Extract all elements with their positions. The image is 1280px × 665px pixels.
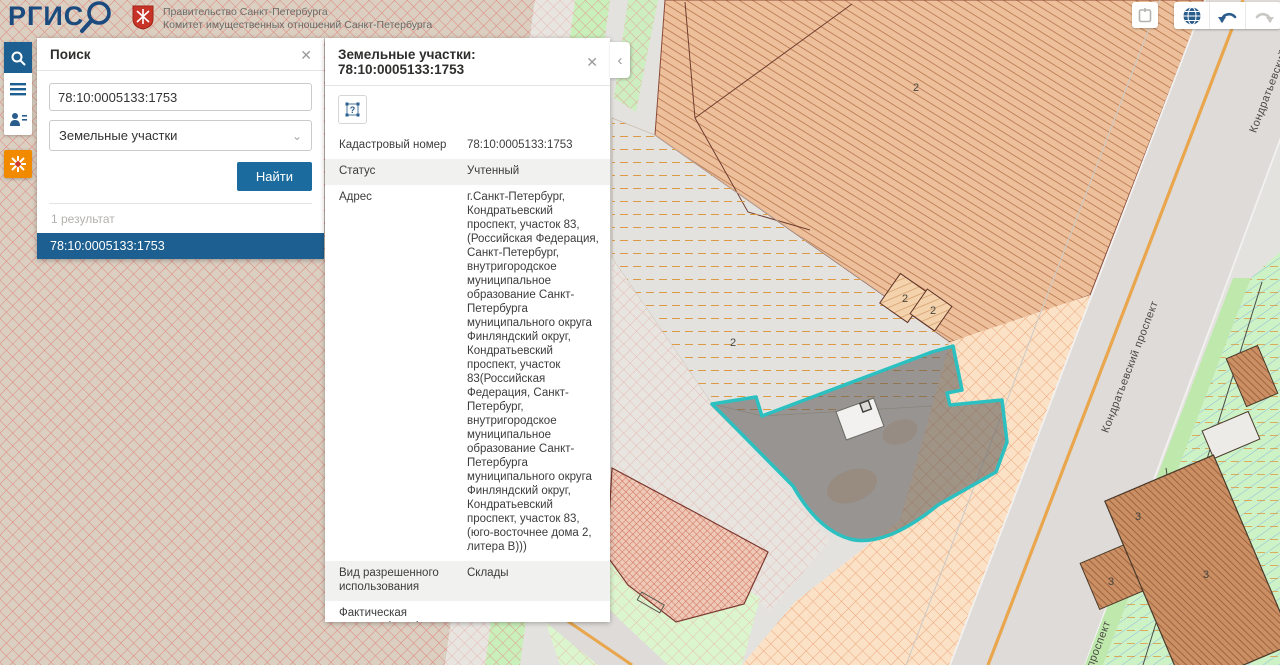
find-button[interactable]: Найти [237,162,312,191]
details-close-button[interactable]: ✕ [586,55,598,69]
row-value: Учтенный [463,159,610,185]
row-label: Статус [325,159,463,185]
gov-header-text: Правительство Санкт-Петербурга Комитет и… [163,6,432,32]
results-count: 1 результат [49,204,312,233]
hamburger-icon [10,82,26,96]
row-value: Склады [463,561,610,587]
building-marker [860,401,872,413]
row-value [463,601,610,613]
parcel-number-label: 2 [902,293,908,305]
details-panel: Земельные участки: 78:10:0005133:1753 ✕ … [325,38,610,622]
search-category-value: Земельные участки [59,128,177,143]
row-value: г.Санкт-Петербург, Кондратьевский проспе… [463,185,610,561]
globe-icon [1182,6,1202,26]
redo-arrow-icon [1253,7,1275,25]
details-panel-title: Земельные участки: 78:10:0005133:1753 [338,47,586,77]
details-collapse-button[interactable]: ‹ [610,42,630,78]
search-panel-title: Поиск [50,47,91,62]
row-label: Вид разрешенного использования [325,561,463,601]
table-row: Вид разрешенного использования Склады [325,561,610,601]
map-toolbar [1174,2,1280,29]
clipboard-icon [1137,7,1153,23]
app-window: 2 2 2 2 3 3 3 Кондратьевский проспект Ко… [0,0,1280,665]
parcel-number-label: 3 [1203,569,1209,581]
undo-arrow-icon [1217,7,1239,25]
row-label: Фактическая площадь(кв.м.) [325,601,463,622]
redo-button[interactable] [1246,2,1280,29]
identify-feature-button[interactable]: ? [338,95,367,124]
table-row: Кадастровый номер 78:10:0005133:1753 [325,133,610,159]
search-category-select[interactable]: Земельные участки ⌄ [49,120,312,151]
row-value: 78:10:0005133:1753 [463,133,610,159]
table-row: Адрес г.Санкт-Петербург, Кондратьевский … [325,185,610,561]
spb-emblem-icon [9,155,27,173]
parcel-number-label: 3 [1108,576,1114,588]
row-label: Адрес [325,185,463,211]
search-input[interactable] [49,83,312,111]
parcel-number-label: 3 [1135,511,1141,523]
chevron-down-icon: ⌄ [292,129,302,143]
parcel-number-label: 2 [730,337,736,349]
sidebar-user-button[interactable] [4,104,32,135]
undo-button[interactable] [1210,2,1246,29]
spb-coat-of-arms-icon [131,4,156,31]
search-result-item[interactable]: 78:10:0005133:1753 [37,233,324,259]
spb-services-button[interactable] [4,150,32,178]
search-icon [10,50,26,66]
question-square-icon: ? [344,101,361,118]
table-row: Фактическая площадь(кв.м.) [325,601,610,622]
attributes-table: Кадастровый номер 78:10:0005133:1753 Ста… [325,133,610,622]
search-close-button[interactable]: ✕ [300,48,312,62]
svg-text:?: ? [350,105,356,115]
tool-sidebar [4,42,32,135]
row-label: Кадастровый номер [325,133,463,159]
rgis-logo[interactable]: РГИС [8,1,84,32]
table-row: Статус Учтенный [325,159,610,185]
sidebar-search-button[interactable] [4,42,32,73]
user-list-icon [9,112,27,127]
export-extent-button[interactable] [1132,2,1158,28]
gov-line1: Правительство Санкт-Петербурга [163,6,432,19]
gov-line2: Комитет имущественных отношений Санкт-Пе… [163,19,432,32]
sidebar-layers-button[interactable] [4,73,32,104]
search-panel: Поиск ✕ Земельные участки ⌄ Найти 1 резу… [37,38,324,259]
parcel-number-label: 2 [930,305,936,317]
parcel-number-label: 2 [913,82,919,94]
magnifier-logo-icon [78,0,118,36]
basemap-button[interactable] [1174,2,1210,29]
